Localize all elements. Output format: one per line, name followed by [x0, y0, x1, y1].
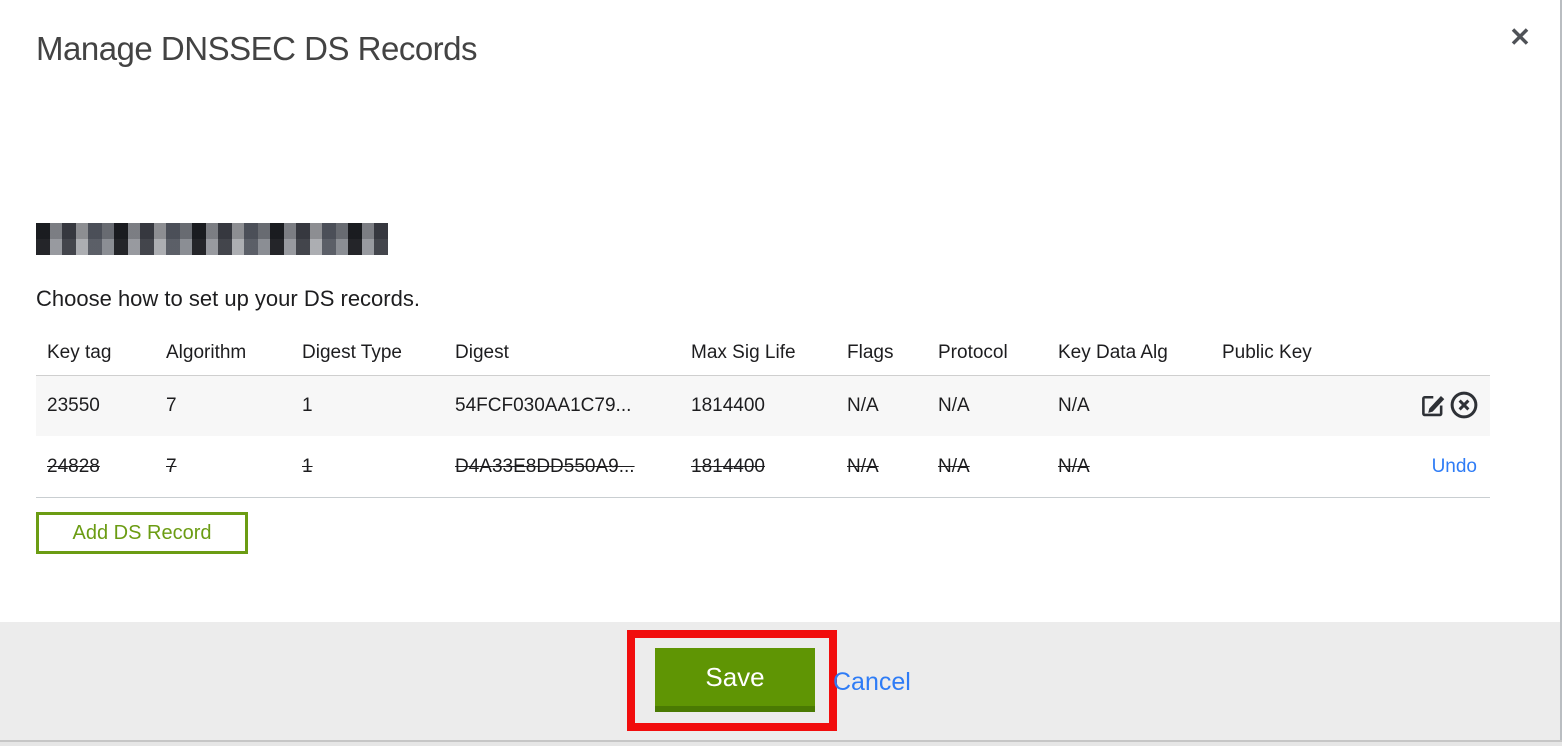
add-ds-record-button[interactable]: Add DS Record	[36, 512, 248, 554]
delete-record-button[interactable]	[1448, 390, 1480, 422]
redacted-domain-name	[36, 223, 388, 255]
instruction-text: Choose how to set up your DS records.	[36, 286, 420, 311]
column-header-key-data-alg: Key Data Alg	[1058, 341, 1168, 363]
column-header-digest-type: Digest Type	[302, 341, 402, 363]
column-header-public-key: Public Key	[1222, 341, 1312, 363]
cell-max-sig-life: 1814400	[691, 455, 765, 477]
cell-algorithm: 7	[166, 395, 177, 416]
cell-max-sig-life: 1814400	[691, 395, 765, 416]
modal-right-border	[1560, 0, 1562, 746]
column-header-key-tag: Key tag	[47, 341, 112, 363]
table-row-deleted: 24828 7 1 D4A33E8DD550A9... 1814400 N/A …	[36, 436, 1490, 498]
row-actions: Undo	[1352, 456, 1490, 478]
cell-protocol: N/A	[938, 455, 970, 477]
column-header-max-sig-life: Max Sig Life	[691, 341, 796, 363]
cell-digest-type: 1	[302, 395, 313, 416]
modal-bottom-strip	[0, 742, 1562, 746]
cell-protocol: N/A	[938, 395, 970, 416]
close-icon[interactable]: ✕	[1503, 20, 1537, 54]
row-actions	[1352, 390, 1490, 422]
column-header-flags: Flags	[847, 341, 894, 363]
table-row: 23550 7 1 54FCF030AA1C79... 1814400 N/A …	[36, 375, 1490, 436]
column-header-algorithm: Algorithm	[166, 341, 247, 363]
cell-key-data-alg: N/A	[1058, 455, 1090, 477]
column-header-digest: Digest	[455, 341, 509, 363]
table-header-row: Key tag Algorithm Digest Type Digest Max…	[36, 330, 1490, 375]
edit-record-button[interactable]	[1416, 390, 1448, 422]
cell-algorithm: 7	[166, 455, 177, 477]
cell-digest: D4A33E8DD550A9...	[455, 455, 635, 477]
save-button[interactable]: Save	[655, 648, 815, 712]
dnssec-modal: Manage DNSSEC DS Records ✕ Choose how to…	[0, 0, 1568, 746]
cell-key-tag: 23550	[47, 395, 100, 416]
cancel-link[interactable]: Cancel	[833, 668, 911, 697]
ds-records-table: Key tag Algorithm Digest Type Digest Max…	[36, 330, 1490, 498]
column-header-protocol: Protocol	[938, 341, 1008, 363]
modal-footer: Save Cancel	[0, 622, 1562, 740]
page-title: Manage DNSSEC DS Records	[36, 30, 478, 67]
cell-flags: N/A	[847, 455, 879, 477]
delete-icon	[1449, 390, 1479, 423]
cell-key-tag: 24828	[47, 455, 100, 477]
edit-icon	[1418, 391, 1446, 422]
cell-key-data-alg: N/A	[1058, 395, 1090, 416]
cell-digest: 54FCF030AA1C79...	[455, 395, 632, 416]
cell-digest-type: 1	[302, 455, 313, 477]
cell-flags: N/A	[847, 395, 879, 416]
undo-link[interactable]: Undo	[1432, 456, 1477, 478]
